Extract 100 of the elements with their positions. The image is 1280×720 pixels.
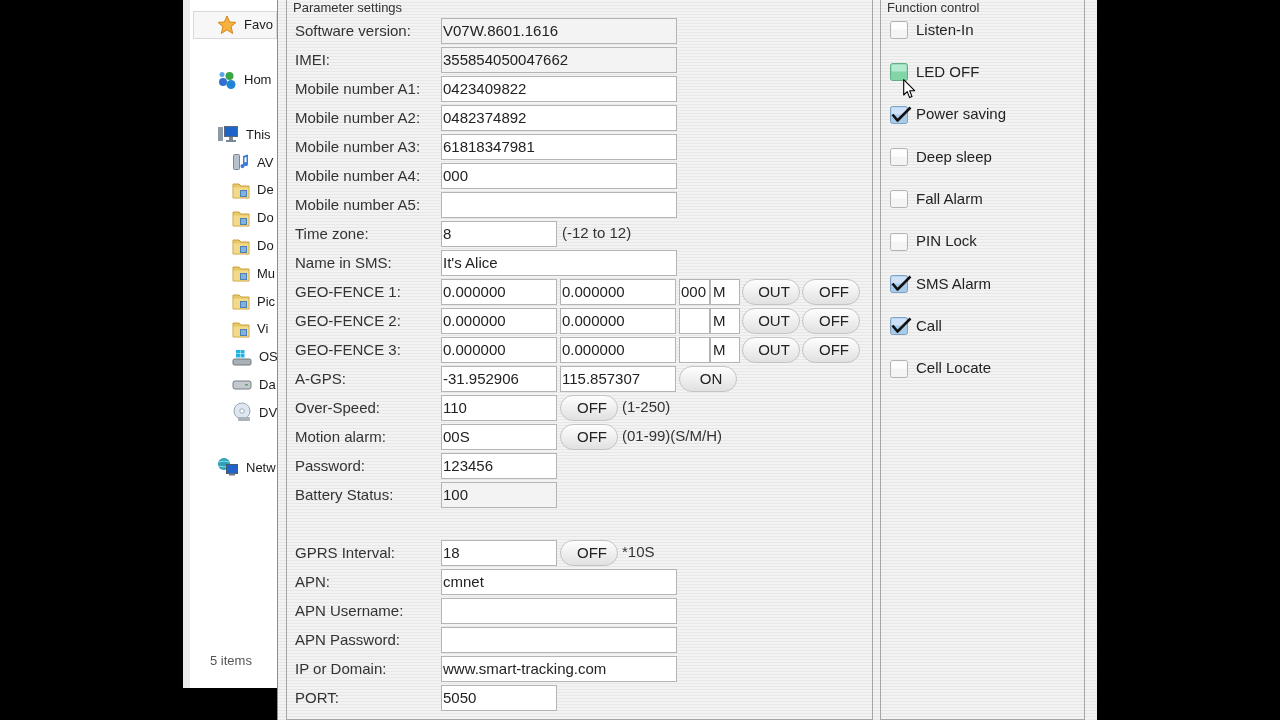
field-label: APN Username: <box>295 601 404 619</box>
checkbox-label: Cell Locate <box>916 358 992 379</box>
input-field[interactable] <box>441 626 677 653</box>
input-field[interactable]: 0.000000 <box>560 278 676 305</box>
input-field[interactable]: 115.857307 <box>560 365 676 392</box>
toggle-button[interactable]: OUT <box>742 336 800 363</box>
input-field[interactable]: www.smart-tracking.com <box>441 655 677 682</box>
hint-text: (1-250) <box>621 397 671 418</box>
input-field[interactable]: 123456 <box>441 452 557 479</box>
field-label: Mobile number A2: <box>295 108 421 126</box>
folder-icon <box>232 291 250 312</box>
star-icon <box>217 14 237 35</box>
nav-item[interactable]: Netw <box>217 453 276 482</box>
toggle-button[interactable]: OUT <box>742 307 800 334</box>
input-field[interactable]: 0.000000 <box>441 336 557 363</box>
toggle-button[interactable]: OFF <box>560 423 618 450</box>
input-field[interactable]: V07W.8601.1616 <box>441 17 677 44</box>
hint-text: *10S <box>621 542 655 563</box>
input-field[interactable]: It's Alice <box>441 249 677 276</box>
unit-label: M <box>710 278 740 305</box>
input-field[interactable]: 0.000000 <box>560 307 676 334</box>
input-field[interactable]: -31.952906 <box>441 365 557 392</box>
nav-item[interactable]: DV <box>232 398 277 427</box>
input-field[interactable]: 0.000000 <box>441 278 557 305</box>
checkbox-label: PIN Lock <box>916 231 977 252</box>
nav-item[interactable]: This <box>217 120 271 149</box>
field-label: GEO-FENCE 1: <box>295 282 401 300</box>
checkbox-label: Call <box>916 315 942 336</box>
cursor-icon <box>903 79 916 100</box>
system-drive-icon <box>232 347 252 366</box>
input-field[interactable]: 0423409822 <box>441 75 677 102</box>
input-field[interactable]: 5050 <box>441 684 557 711</box>
input-field[interactable]: 8 <box>441 220 557 247</box>
field-label: A-GPS: <box>295 369 346 387</box>
toggle-button[interactable]: OFF <box>802 307 860 334</box>
input-field[interactable]: 100 <box>441 481 557 508</box>
input-field[interactable]: 18 <box>441 539 557 566</box>
field-label: IP or Domain: <box>295 659 387 677</box>
input-field[interactable]: 00S <box>441 423 557 450</box>
input-field[interactable] <box>441 191 677 218</box>
input-field[interactable]: 110 <box>441 394 557 421</box>
nav-item[interactable]: Mu <box>232 259 276 288</box>
nav-item[interactable]: OS <box>232 342 277 371</box>
checkbox[interactable] <box>890 273 912 294</box>
nav-item[interactable]: AV <box>232 148 274 177</box>
media-device-icon <box>232 152 250 173</box>
nav-item[interactable]: Vi <box>232 315 269 343</box>
field-label: APN Password: <box>295 630 401 648</box>
field-label: GEO-FENCE 3: <box>295 340 401 358</box>
field-label: Mobile number A3: <box>295 137 421 155</box>
input-field[interactable]: 0.000000 <box>441 307 557 334</box>
input-field[interactable] <box>441 597 677 624</box>
toggle-button[interactable]: OUT <box>742 278 800 305</box>
status-text: 5 items <box>210 651 252 670</box>
input-field[interactable] <box>679 307 710 334</box>
nav-item[interactable]: De <box>232 176 274 204</box>
hint-text: (01-99)(S/M/H) <box>621 426 722 447</box>
toggle-button[interactable]: OFF <box>560 394 618 421</box>
group-title: Parameter settings <box>293 0 403 16</box>
field-label: Name in SMS: <box>295 253 392 271</box>
input-field[interactable]: 000 <box>679 278 710 305</box>
input-field[interactable]: 000 <box>441 162 677 189</box>
field-label: Battery Status: <box>295 485 394 503</box>
nav-item[interactable]: Do <box>232 204 274 232</box>
input-field[interactable]: 355854050047662 <box>441 46 677 73</box>
disc-icon <box>232 402 252 423</box>
network-icon <box>217 457 239 478</box>
checkbox-label: Listen-In <box>916 19 974 40</box>
computer-icon <box>217 124 239 145</box>
field-label: APN: <box>295 572 330 590</box>
checkbox-label: Deep sleep <box>916 146 992 167</box>
group-title: Function control <box>887 0 980 16</box>
field-label: Time zone: <box>295 224 369 242</box>
toggle-button[interactable]: OFF <box>560 539 618 566</box>
input-field[interactable]: cmnet <box>441 568 677 595</box>
field-label: IMEI: <box>295 50 330 68</box>
input-field[interactable]: 0.000000 <box>560 336 676 363</box>
field-label: Software version: <box>295 21 411 39</box>
nav-item[interactable]: Do <box>232 231 274 260</box>
checkbox-label: SMS Alarm <box>916 273 991 294</box>
nav-item[interactable]: Pic <box>232 287 276 316</box>
folder-icon <box>232 319 250 340</box>
toggle-button[interactable]: ON <box>679 365 737 392</box>
toggle-button[interactable]: OFF <box>802 278 860 305</box>
nav-item[interactable]: Da <box>232 370 276 399</box>
input-field[interactable]: 0482374892 <box>441 104 677 131</box>
nav-item[interactable]: Hom <box>217 65 272 94</box>
field-label: Password: <box>295 456 366 474</box>
field-label: GEO-FENCE 2: <box>295 311 401 329</box>
field-label: PORT: <box>295 688 339 706</box>
input-field[interactable] <box>679 336 710 363</box>
checkbox[interactable] <box>890 104 912 125</box>
nav-item[interactable]: Favo <box>193 11 277 39</box>
folder-icon <box>232 180 250 201</box>
toggle-button[interactable]: OFF <box>802 336 860 363</box>
input-field[interactable]: 61818347981 <box>441 133 677 160</box>
checkbox-label: Fall Alarm <box>916 189 983 210</box>
checkbox-label: LED OFF <box>916 62 980 83</box>
unit-label: M <box>710 307 740 334</box>
checkbox[interactable] <box>890 316 912 337</box>
